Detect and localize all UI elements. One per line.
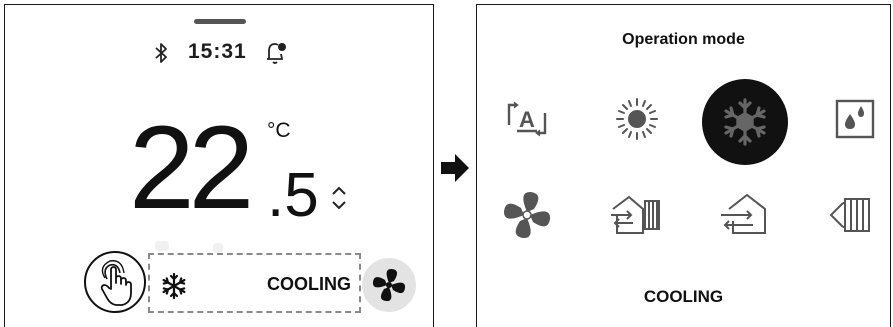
mode-cool-button[interactable] xyxy=(715,92,775,152)
current-mode-label: COOLING xyxy=(643,287,724,306)
mode-heat-recovery-button[interactable] xyxy=(715,185,775,245)
temperature-integer: 22 xyxy=(129,102,254,234)
mode-heat-button[interactable] xyxy=(607,89,667,149)
sun-icon xyxy=(616,98,658,140)
touch-button[interactable] xyxy=(84,251,146,313)
snowflake-icon xyxy=(724,98,766,146)
mode-ventilation-button[interactable] xyxy=(607,185,667,245)
mode-fan-button[interactable] xyxy=(497,185,557,245)
fan-icon xyxy=(503,191,551,239)
bluetooth-icon xyxy=(155,43,167,63)
bypass-icon xyxy=(829,198,870,232)
arrow-right-icon xyxy=(441,154,469,182)
svg-text:A: A xyxy=(519,107,535,132)
temperature-unit: °C xyxy=(267,119,291,142)
background-blob xyxy=(155,241,169,251)
up-down-arrows-icon[interactable] xyxy=(329,183,349,213)
mode-auto-button[interactable]: A xyxy=(497,89,557,149)
temperature-decimal: .5 xyxy=(267,161,319,230)
fan-icon xyxy=(372,268,406,302)
fan-button[interactable] xyxy=(362,258,416,312)
bell-icon[interactable] xyxy=(263,40,287,66)
dialog-title: Operation mode xyxy=(622,31,745,48)
snowflake-icon xyxy=(162,272,186,300)
ventilation-icon xyxy=(611,195,660,234)
drops-icon xyxy=(835,99,875,139)
mode-bypass-button[interactable] xyxy=(825,185,885,245)
auto-mode-icon: A xyxy=(507,101,547,137)
status-bar: 15:31 xyxy=(5,39,433,67)
mode-label: COOLING xyxy=(267,274,351,294)
house-arrows-icon xyxy=(721,193,766,234)
current-mode-box[interactable]: COOLING xyxy=(148,253,361,313)
clock-time: 15:31 xyxy=(188,40,247,63)
background-blob xyxy=(213,243,223,253)
mode-dry-button[interactable] xyxy=(825,89,885,149)
drag-handle[interactable] xyxy=(194,19,246,24)
thermostat-home-screen: 15:31 22 °C .5 COOLING xyxy=(4,4,434,327)
hand-touch-icon xyxy=(100,260,132,306)
operation-mode-screen: Operation mode A COOLING xyxy=(476,4,891,327)
